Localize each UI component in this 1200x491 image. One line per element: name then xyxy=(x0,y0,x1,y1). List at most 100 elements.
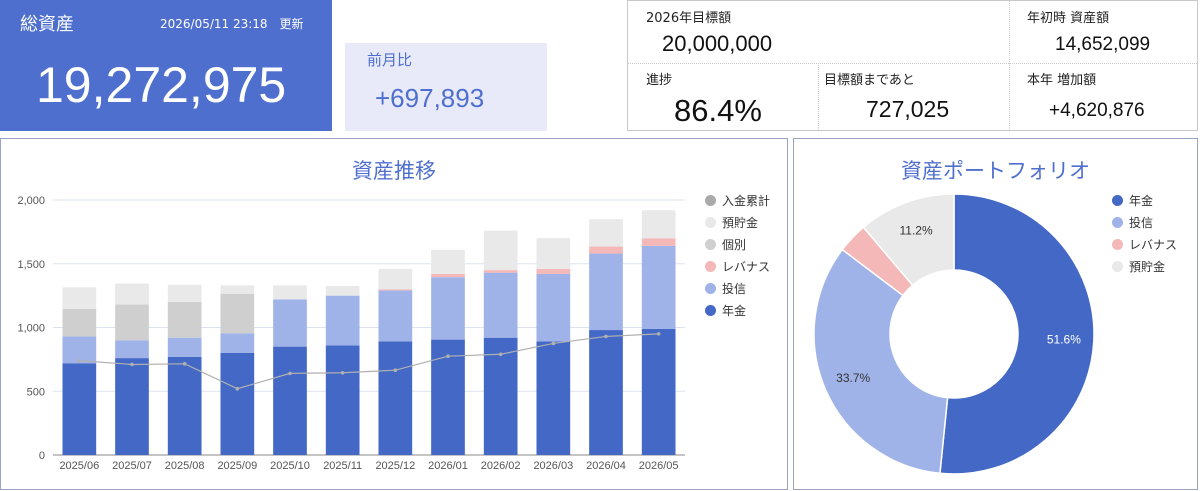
bar-segment xyxy=(220,333,255,353)
bar-segment xyxy=(325,286,360,296)
cumulative-point xyxy=(446,354,450,358)
legend-label: レバナス xyxy=(722,260,771,274)
cumulative-point xyxy=(393,368,398,373)
bar-segment xyxy=(115,358,149,455)
cumulative-point xyxy=(340,370,345,375)
legend-item: 年金 xyxy=(1112,192,1153,209)
legend-swatch xyxy=(705,283,716,294)
bar-segment xyxy=(115,340,149,359)
x-tick-label: 2025/06 xyxy=(59,460,99,472)
x-tick-label: 2026/01 xyxy=(428,460,468,472)
month-over-month-card: 前月比 +697,893 xyxy=(345,43,547,131)
start-assets-label: 年初時 資産額 xyxy=(1027,11,1110,26)
y-tick-label: 500 xyxy=(27,386,45,398)
legend-swatch xyxy=(1112,195,1123,206)
x-tick-label: 2025/08 xyxy=(165,460,205,472)
legend-label: 年金 xyxy=(1129,194,1154,208)
slice-label: 33.7% xyxy=(836,371,870,385)
legend-swatch xyxy=(705,261,716,272)
legend-swatch xyxy=(705,217,716,228)
legend-item: 年金 xyxy=(705,302,746,319)
progress-cell: 進捗 86.4% xyxy=(628,63,818,130)
slice-label: 51.6% xyxy=(1047,333,1081,347)
x-tick-label: 2026/04 xyxy=(586,460,626,472)
cumulative-point xyxy=(77,358,82,363)
bar-segment xyxy=(62,309,97,337)
cumulative-point xyxy=(130,362,134,367)
legend-item: レバナス xyxy=(1112,236,1177,253)
bar-segment xyxy=(115,283,149,305)
legend-swatch xyxy=(1112,217,1123,228)
cumulative-point xyxy=(656,332,661,336)
legend-label: 年金 xyxy=(722,304,747,318)
x-tick-label: 2025/10 xyxy=(270,460,310,472)
start-assets-cell: 年初時 資産額 14,652,099 xyxy=(1009,1,1197,63)
progress-label: 進捗 xyxy=(646,73,673,88)
remaining-cell: 目標額まであと 727,025 xyxy=(818,63,1009,130)
mom-value: +697,893 xyxy=(375,83,485,113)
total-assets-value: 19,272,975 xyxy=(36,57,287,113)
cumulative-point xyxy=(551,341,556,346)
slice-label: 11.2% xyxy=(900,224,933,238)
x-tick-label: 2026/02 xyxy=(481,460,521,472)
bar-segment xyxy=(167,356,202,455)
bar-segment xyxy=(431,273,465,278)
bar-segment xyxy=(62,287,97,310)
legend-label: 預貯金 xyxy=(722,216,759,230)
legend-item: レバナス xyxy=(705,258,770,275)
cumulative-point xyxy=(182,362,187,366)
x-tick-label: 2025/11 xyxy=(323,460,362,472)
x-tick-label: 2026/05 xyxy=(639,460,679,472)
bar-segment xyxy=(641,245,676,329)
cumulative-point xyxy=(288,371,292,376)
bar-segment xyxy=(536,273,571,342)
asset-trend-panel: 資産推移 0 500 1,000 1,500 2,000 2025/06 2025/07 20… xyxy=(0,138,788,490)
y-tick-label: 1,500 xyxy=(17,259,45,271)
legend-item: 預貯金 xyxy=(1112,258,1165,275)
legend-swatch xyxy=(705,195,716,206)
legend-swatch xyxy=(1112,239,1123,250)
start-assets-value: 14,652,099 xyxy=(1055,34,1151,55)
bar-segment xyxy=(167,284,202,302)
legend-item: 個別 xyxy=(705,236,746,253)
bar-segment xyxy=(589,253,623,331)
bar-segment xyxy=(536,341,571,455)
bar-segment xyxy=(378,289,413,291)
legend-item: 投信 xyxy=(705,280,746,297)
target-amount-cell: 2026年目標額 20,000,000 xyxy=(628,1,1009,63)
bar-segment xyxy=(378,290,413,342)
legend-item: 入金累計 xyxy=(705,192,770,209)
bar-segment xyxy=(115,304,149,341)
bar-segment xyxy=(220,293,255,334)
y-tick-label: 0 xyxy=(39,450,45,462)
bar-segment xyxy=(589,246,623,254)
bar-segment xyxy=(431,249,465,274)
bar-segment xyxy=(536,238,571,269)
legend-item: 投信 xyxy=(1112,214,1153,231)
x-tick-label: 2025/07 xyxy=(112,460,152,472)
bar-segment xyxy=(167,337,202,357)
bar-segment xyxy=(167,302,202,338)
bar-segment xyxy=(273,346,307,455)
target-amount-label: 2026年目標額 xyxy=(646,11,732,26)
year-increase-cell: 本年 増加額 +4,620,876 xyxy=(1009,63,1197,130)
cumulative-line xyxy=(79,333,659,390)
bar-segment xyxy=(273,285,307,300)
legend-label: 入金累計 xyxy=(722,194,771,208)
legend-label: 個別 xyxy=(722,238,747,252)
total-assets-card: 総資産 2026/05/11 23:18 更新 19,272,975 xyxy=(0,0,332,131)
legend-swatch xyxy=(705,305,716,316)
x-tick-label: 2025/09 xyxy=(217,460,257,472)
y-tick-label: 2,000 xyxy=(17,195,45,207)
bar-segment xyxy=(325,295,360,346)
bar-segment xyxy=(62,363,97,455)
bar-segment xyxy=(220,285,255,294)
bar-segment xyxy=(378,341,413,455)
bar-segment xyxy=(483,270,518,273)
legend-label: 投信 xyxy=(1129,216,1154,230)
asset-trend-chart: 0 500 1,000 1,500 2,000 2025/06 2025/07 2025/08… xyxy=(17,195,685,472)
legend-label: 投信 xyxy=(722,282,747,296)
legend-label: 預貯金 xyxy=(1129,260,1166,274)
progress-value: 86.4% xyxy=(674,93,762,128)
bar-segment xyxy=(431,277,465,340)
